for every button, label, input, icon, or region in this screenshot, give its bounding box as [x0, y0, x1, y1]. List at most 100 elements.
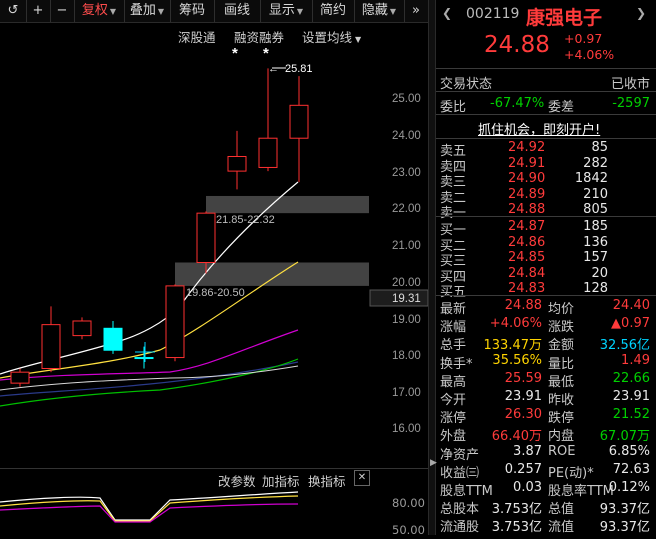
status-label: 交易状态 [440, 77, 493, 92]
ask-price[interactable]: 24.88 [508, 202, 545, 217]
adjust-button[interactable]: 复权 ▼ [74, 0, 125, 22]
close-icon[interactable]: ✕ [354, 470, 370, 486]
divider [436, 138, 656, 139]
candle-body[interactable] [227, 155, 247, 172]
stat-value: 25.59 [504, 370, 542, 386]
gap-upper-label: 21.85-22.32 [216, 214, 275, 226]
y-tick: 18.00 [392, 350, 421, 362]
candle-body[interactable] [258, 137, 278, 168]
stat-value: 24.88 [504, 298, 542, 313]
divider [436, 216, 656, 217]
y-tick: 20.00 [392, 277, 421, 289]
stat-value: 24.40 [612, 298, 650, 313]
bid-volume: 185 [583, 219, 608, 234]
stat-value: 23.91 [504, 389, 542, 404]
stat-label: 均价 [548, 302, 575, 317]
chevron-down-icon: ▼ [389, 7, 397, 16]
next-stock-icon[interactable]: ❯ [636, 6, 646, 20]
stat-value: 72.63 [612, 461, 650, 477]
candle-body[interactable] [103, 327, 123, 351]
stat-value: 23.91 [612, 389, 650, 404]
stat-label: 今开 [440, 393, 467, 408]
stock-name: 康强电子 [526, 7, 603, 29]
stat-value: 3.753亿 [491, 520, 542, 536]
bid-price[interactable]: 24.86 [508, 235, 545, 250]
stat-value: 35.56% [492, 352, 542, 368]
candle-body[interactable] [134, 357, 154, 360]
chevron-down-icon: ▼ [296, 7, 304, 16]
weicha-label: 委差 [548, 100, 575, 115]
ma-line-white-flat [0, 365, 299, 391]
hide-label: 隐藏 [361, 3, 388, 18]
y-tick: 19.00 [392, 314, 421, 326]
hide-button[interactable]: 隐藏 ▼ [354, 0, 405, 22]
simple-button[interactable]: 简约 [312, 0, 355, 22]
stat-value: 32.56亿 [599, 338, 650, 354]
ask-price[interactable]: 24.91 [508, 156, 545, 171]
stat-label: 金额 [548, 338, 575, 354]
ask-price[interactable]: 24.92 [508, 140, 545, 155]
last-price: 24.88 [484, 32, 550, 58]
ask-price[interactable]: 24.90 [508, 171, 545, 186]
candle-body[interactable] [165, 285, 185, 359]
overlay-label: 叠加 [129, 3, 156, 18]
stat-value: 26.30 [504, 407, 542, 423]
zoom-in-button[interactable]: + [26, 0, 51, 22]
chevron-down-icon: ▼ [355, 35, 362, 44]
stat-label: 净资产 [440, 447, 480, 463]
bid-price[interactable]: 24.87 [508, 219, 545, 234]
stat-label: 涨幅 [440, 320, 467, 336]
bid-price[interactable]: 24.85 [508, 250, 545, 265]
candle-body[interactable] [196, 212, 216, 263]
price-change: +0.97 [564, 31, 603, 46]
candle-body[interactable] [10, 371, 30, 384]
stat-value: 22.66 [612, 370, 650, 386]
stat-value: 0.12% [608, 480, 650, 495]
stat-value: 21.52 [612, 407, 650, 423]
panel-divider[interactable]: ▶ [428, 0, 437, 535]
bid-price[interactable]: 24.84 [508, 266, 545, 281]
stat-value: 93.37亿 [599, 520, 650, 536]
stat-label: 涨停 [440, 411, 467, 427]
zoom-out-button[interactable]: − [50, 0, 75, 22]
quote-panel: ❮ 002119 康强电子 ❯ 24.88 +0.97 +4.06% 交易状态 … [436, 0, 656, 535]
stat-label: 最新 [440, 302, 467, 317]
stat-label: 总手 [440, 338, 467, 354]
chevron-down-icon: ▼ [157, 7, 165, 16]
indicator-chart: 80.00 50.00 [0, 488, 428, 537]
stock-code: 002119 [466, 6, 520, 22]
display-button[interactable]: 显示 ▼ [260, 0, 313, 22]
chart-subbar: 深股通 融资融券 设置均线 ▼ [0, 24, 428, 45]
ind-y-tick: 80.00 [392, 496, 425, 510]
candles [10, 68, 309, 387]
candle-body[interactable] [289, 104, 309, 139]
stat-value: 67.07万 [599, 429, 650, 445]
stat-label: 流值 [548, 520, 575, 536]
stat-value: 3.87 [513, 443, 542, 459]
candle-body[interactable] [72, 320, 92, 337]
ask-volume: 210 [583, 186, 608, 202]
stat-label: 涨跌 [548, 320, 575, 336]
refresh-icon[interactable]: ↺ [0, 0, 27, 22]
stat-value: 93.37亿 [599, 502, 650, 518]
bid-price[interactable]: 24.83 [508, 281, 545, 296]
stat-value: 0.03 [513, 480, 542, 495]
prev-stock-icon[interactable]: ❮ [442, 6, 452, 20]
ind-line-white [0, 491, 299, 521]
draw-line-button[interactable]: 画线 [214, 0, 261, 22]
indicator-svg: 80.00 50.00 [0, 491, 425, 537]
candle-body[interactable] [41, 324, 61, 370]
y-tick: 23.00 [392, 167, 421, 179]
stat-value: 0.257 [504, 461, 542, 477]
ma-setting-label: 设置均线 [302, 30, 353, 45]
more-icon[interactable]: » [404, 0, 428, 22]
account-banner-link[interactable]: 抓住机会，即刻开户! [478, 119, 600, 138]
chips-button[interactable]: 筹码 [170, 0, 215, 22]
stat-value: 66.40万 [491, 429, 542, 445]
current-price-tag: 19.31 [392, 293, 421, 305]
kline-chart[interactable]: 25.00 24.00 23.00 22.00 21.00 20.00 19.0… [0, 44, 429, 464]
bid-volume: 136 [583, 234, 608, 250]
stat-value: 133.47万 [483, 338, 543, 354]
overlay-button[interactable]: 叠加 ▼ [124, 0, 171, 22]
ask-price[interactable]: 24.89 [508, 187, 545, 202]
